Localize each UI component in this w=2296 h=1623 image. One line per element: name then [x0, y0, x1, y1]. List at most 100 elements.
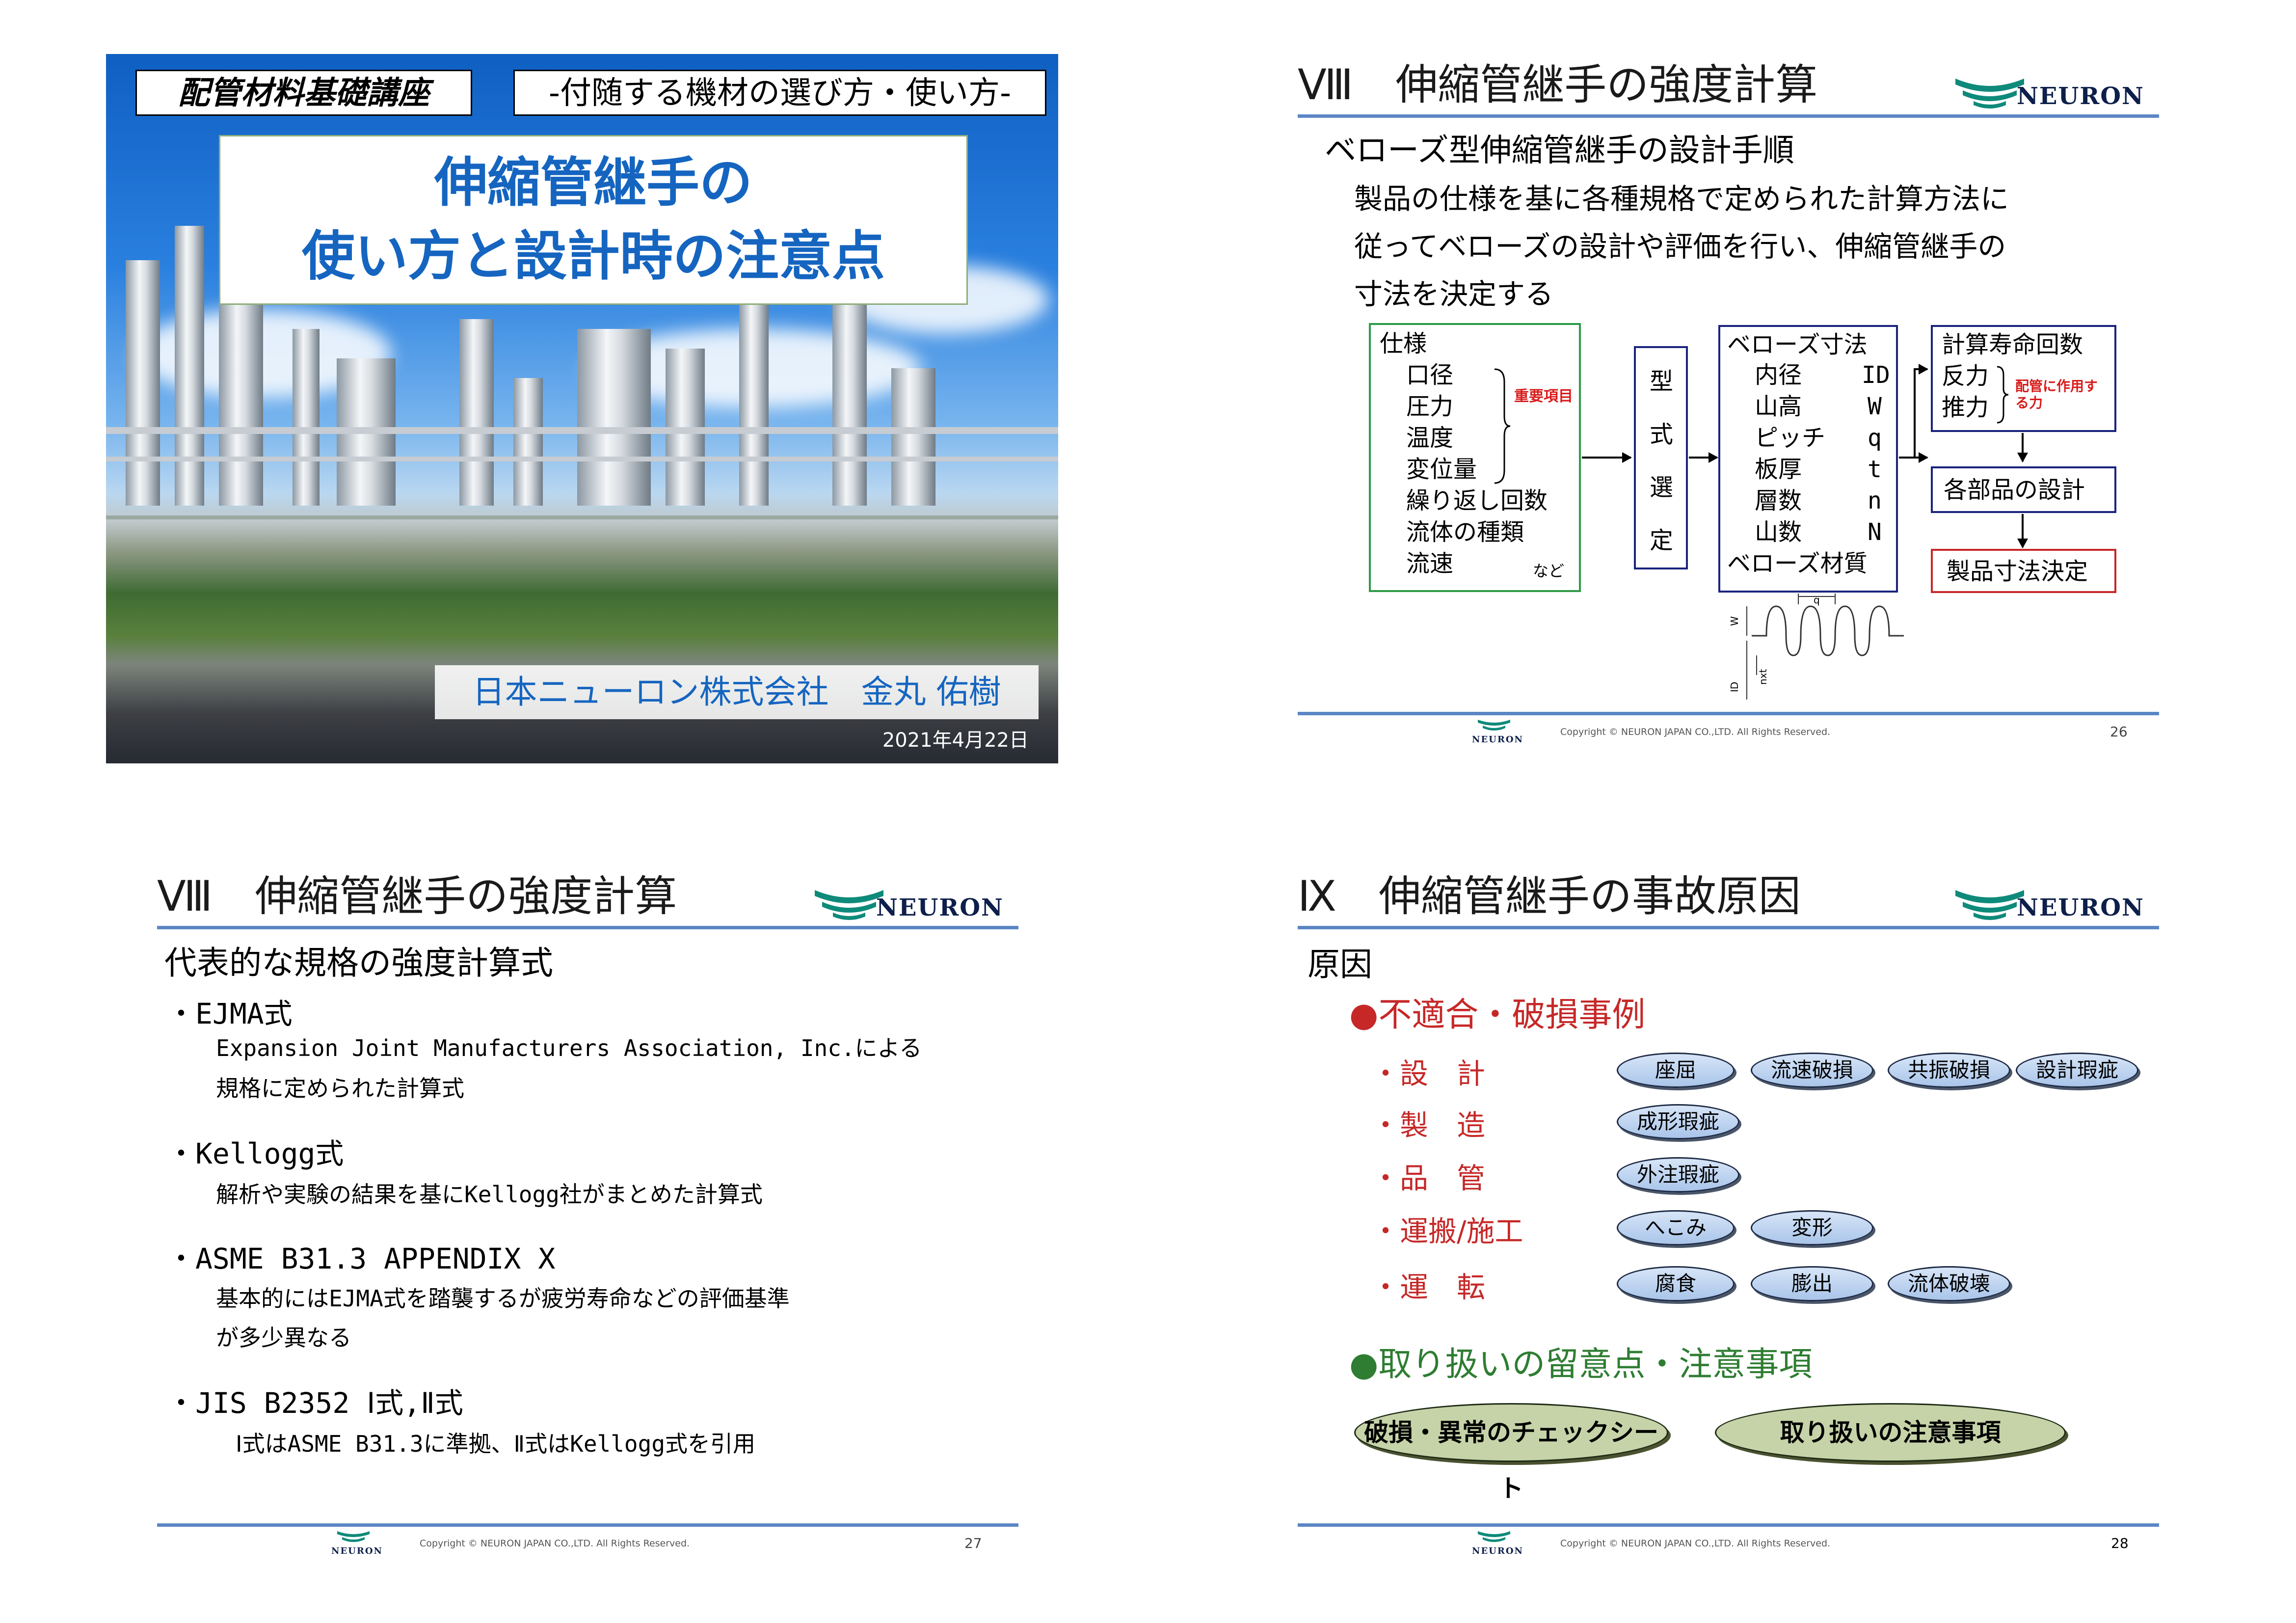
standard-name: ・Kellogg式 — [167, 1137, 344, 1170]
bellows-row-symbol: N — [1868, 518, 1882, 546]
type-char: 式 — [1650, 421, 1674, 448]
category-label: ・製 造 — [1371, 1109, 1486, 1142]
tower — [219, 290, 263, 506]
etc-note: など — [1533, 562, 1565, 580]
flow-arrow-down — [2017, 514, 2028, 548]
standard-desc: 基本的にはEJMA式を踏襲するが疲労寿命などの評価基準 — [216, 1285, 790, 1312]
section-heading: 原因 — [1308, 946, 1372, 983]
spec-item: 温度 — [1406, 424, 1454, 452]
bellows-row-symbol: q — [1868, 424, 1882, 452]
flow-arrow — [1689, 452, 1718, 463]
flow-arrow — [1899, 452, 1928, 463]
calc-box: 計算寿命回数 反力 推力 配管に作用する力 — [1931, 325, 2116, 432]
flow-connector — [1914, 368, 1916, 459]
section-heading: ベローズ型伸縮管継手の設計手順 — [1325, 133, 1794, 169]
flow-arrow-down — [2017, 433, 2028, 462]
author: 日本ニューロン株式会社 金丸 佑樹 — [435, 665, 1039, 719]
type-char: 選 — [1650, 474, 1674, 501]
type-char: 型 — [1650, 368, 1674, 395]
checksheet-button[interactable]: 破損・異常のチェックシート — [1354, 1403, 1668, 1503]
calc-item: 反力 — [1942, 362, 1989, 390]
tag-dent: へこみ — [1617, 1210, 1735, 1245]
neuron-footer-logo-text: NEURON — [331, 1546, 383, 1556]
section-heading: 代表的な規格の強度計算式 — [164, 944, 553, 982]
neuron-footer-logo-text: NEURON — [1472, 1546, 1523, 1556]
cover-photo: 配管材料基礎講座 -付随する機材の選び方・使い方- 伸縮管継手の 使い方と設計時… — [106, 54, 1058, 763]
category-label: ・運搬/施工 — [1371, 1215, 1523, 1248]
footer-rule — [1298, 1523, 2159, 1527]
body-line-1: 製品の仕様を基に各種規格で定められた計算方法に — [1354, 182, 2009, 216]
page-number: 26 — [2110, 724, 2128, 740]
tag-buckling: 座屈 — [1617, 1053, 1735, 1088]
tower — [175, 226, 204, 506]
presentation-date: 2021年4月22日 — [882, 729, 1029, 752]
body-line-2: 従ってベローズの設計や評価を行い、伸縮管継手の — [1354, 230, 2006, 263]
spec-item: 流速 — [1406, 550, 1454, 577]
title-line-2: 使い方と設計時の注意点 — [301, 226, 885, 287]
neuron-footer-logo-text: NEURON — [1472, 734, 1523, 745]
handling-notes-button[interactable]: 取り扱いの注意事項 — [1715, 1403, 2066, 1462]
slide-28: Ⅸ 伸縮管継手の事故原因 NEURON 原因 ●不適合・破損事例 ・設 計 座屈… — [1148, 812, 2296, 1623]
neuron-footer-logo-icon — [337, 1531, 370, 1542]
handling-section-title: ●取り扱いの留意点・注意事項 — [1349, 1345, 1813, 1384]
standard-desc: 規格に定められた計算式 — [216, 1075, 464, 1102]
title-line-1: 伸縮管継手の — [434, 152, 752, 214]
tag-corrosion: 腐食 — [1617, 1266, 1735, 1301]
bellows-row-symbol: W — [1868, 393, 1882, 420]
bellows-row-label: ピッチ — [1755, 424, 1826, 452]
fence — [106, 515, 1058, 519]
final-dimension-label: 製品寸法決定 — [1947, 558, 2088, 585]
tower — [293, 329, 320, 506]
standard-name: ・EJMA式 — [167, 997, 293, 1030]
tower — [739, 275, 769, 506]
title-rule — [157, 926, 1018, 929]
category-label: ・品 管 — [1371, 1162, 1486, 1195]
slide-cover: 配管材料基礎講座 -付随する機材の選び方・使い方- 伸縮管継手の 使い方と設計時… — [0, 0, 1148, 812]
bellows-row-label: 内径 — [1755, 361, 1802, 389]
pipe-rack — [106, 457, 1058, 461]
footer-rule — [1298, 712, 2159, 715]
dim-w: W — [1729, 616, 1740, 626]
category-label: ・設 計 — [1371, 1057, 1486, 1090]
brace-icon — [1997, 366, 2009, 424]
tower — [891, 368, 935, 506]
standard-desc: 解析や実験の結果を基にKellogg社がまとめた計算式 — [216, 1181, 763, 1208]
tower — [459, 319, 494, 506]
slide-title: Ⅷ 伸縮管継手の強度計算 — [157, 872, 677, 921]
neuron-footer-logo-icon — [1478, 1531, 1510, 1542]
dim-id: ID — [1729, 682, 1740, 692]
copyright: Copyright © NEURON JAPAN CO.,LTD. All Ri… — [420, 1538, 690, 1549]
bellows-row-label: 山数 — [1755, 518, 1802, 546]
spec-item: 流体の種類 — [1406, 518, 1524, 546]
slide-26: Ⅷ 伸縮管継手の強度計算 NEURON ベローズ型伸縮管継手の設計手順 製品の仕… — [1148, 0, 2296, 812]
title-rule — [1298, 114, 2159, 118]
tag-deformation: 変形 — [1751, 1210, 1873, 1245]
type-char: 定 — [1650, 527, 1674, 554]
bellows-row-label: 層数 — [1755, 487, 1802, 514]
spec-item: 圧力 — [1406, 393, 1454, 420]
standard-desc: Expansion Joint Manufacturers Associatio… — [216, 1035, 922, 1061]
page-number: 27 — [964, 1535, 982, 1551]
brace-icon — [1494, 368, 1511, 484]
course-subtitle: -付随する機材の選び方・使い方- — [513, 70, 1046, 116]
type-selection-box: 型 式 選 定 — [1634, 346, 1688, 569]
course-name: 配管材料基礎講座 — [135, 70, 472, 116]
neuron-logo-text: NEURON — [2017, 894, 2144, 921]
spec-item: 変位量 — [1406, 456, 1477, 483]
bellows-sketch-icon: q W ID nxt — [1729, 594, 1904, 700]
title-box: 伸縮管継手の 使い方と設計時の注意点 — [219, 135, 968, 305]
category-label: ・運 転 — [1371, 1271, 1486, 1304]
neuron-logo-icon — [815, 890, 883, 920]
important-note: 重要項目 — [1514, 388, 1573, 405]
tower — [577, 329, 651, 506]
bellows-head: ベローズ寸法 — [1727, 331, 1868, 358]
pipe-rack — [106, 427, 1058, 434]
bellows-row-label: 山高 — [1755, 393, 1802, 420]
standard-name: ・ASME B31.3 APPENDIX X — [167, 1242, 556, 1275]
calc-item: 推力 — [1942, 394, 1989, 421]
tower — [832, 290, 867, 506]
parts-design-box: 各部品の設計 — [1931, 466, 2116, 513]
tag-bulging: 膨出 — [1751, 1266, 1873, 1301]
spec-item: 口径 — [1406, 361, 1454, 389]
tag-fluid-failure: 流体破壊 — [1888, 1266, 2010, 1301]
